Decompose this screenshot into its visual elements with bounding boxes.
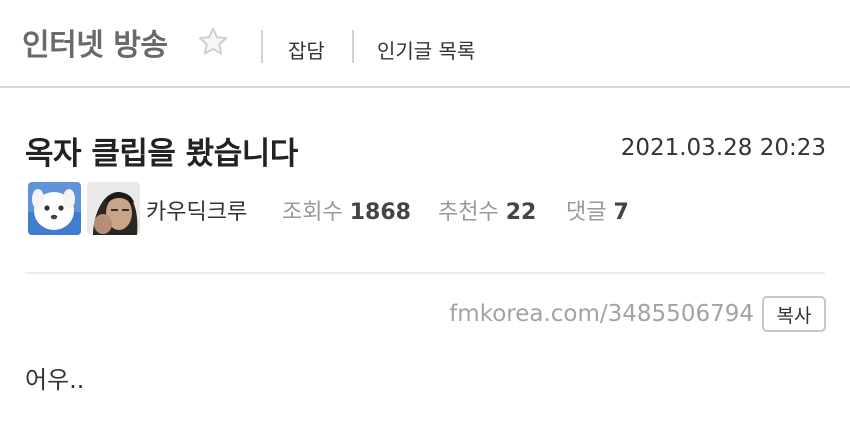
star-icon[interactable]: [196, 25, 230, 59]
dog-avatar[interactable]: [28, 182, 81, 235]
nav-link-popular[interactable]: 인기글 목록: [377, 35, 475, 64]
author-name[interactable]: 카우딕크루: [146, 194, 247, 226]
post-body: 어우..: [25, 366, 85, 394]
post-date: 2021.03.28 20:23: [620, 135, 826, 161]
board-title[interactable]: 인터넷 방송: [22, 20, 168, 64]
post-title: 옥자 클립을 봤습니다: [25, 136, 298, 172]
person-avatar[interactable]: [87, 182, 140, 235]
board-header: 인터넷 방송 잡담 인기글 목록: [0, 0, 850, 88]
post-url[interactable]: fmkorea.com/3485506794: [449, 301, 754, 327]
comment-count[interactable]: 댓글 7: [566, 194, 629, 226]
recommend-count: 추천수 22: [438, 200, 537, 225]
nav-link-chat[interactable]: 잡담: [288, 35, 325, 64]
nav-divider: [261, 30, 263, 63]
view-count: 조회수 1868: [282, 200, 411, 225]
copy-url-button[interactable]: 복사: [762, 296, 826, 332]
nav-divider: [352, 30, 354, 63]
post-divider: [25, 272, 825, 274]
